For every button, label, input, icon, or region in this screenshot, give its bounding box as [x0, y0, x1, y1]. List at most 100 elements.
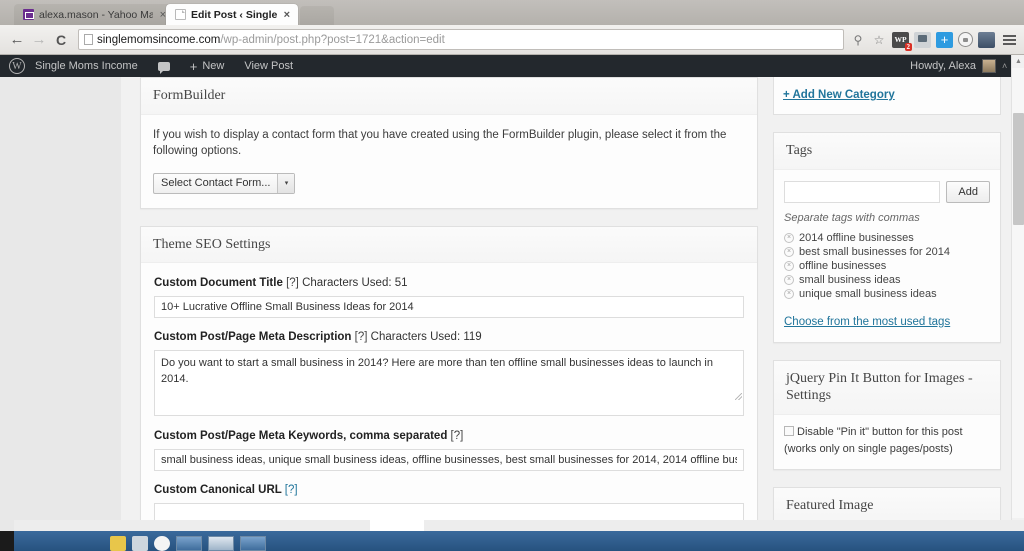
- help-icon[interactable]: [?]: [285, 484, 298, 496]
- disable-pinit-label: Disable "Pin it" button for this post (w…: [784, 425, 963, 455]
- forward-button[interactable]: →: [28, 29, 50, 51]
- field-label-text: Custom Post/Page Meta Description: [154, 331, 352, 344]
- remove-tag-icon[interactable]: ×: [784, 232, 794, 243]
- theme-seo-settings-metabox: Theme SEO Settings Custom Document Title…: [140, 225, 758, 531]
- profile-avatar-icon[interactable]: [978, 31, 995, 48]
- adminbar-view-post[interactable]: View Post: [234, 55, 303, 77]
- taskbar-start-edge: [0, 531, 14, 551]
- add-new-category-link[interactable]: + Add New Category: [783, 89, 895, 101]
- contact-form-select[interactable]: Select Contact Form... ▾: [153, 172, 296, 194]
- yahoo-mail-icon: [23, 9, 34, 20]
- browser-tab-yahoo-mail[interactable]: alexa.mason - Yahoo Mail ×: [14, 4, 174, 25]
- most-used-tags-row: Choose from the most used tags: [784, 312, 990, 330]
- custom-document-title-label: Custom Document Title [?] Characters Use…: [154, 277, 744, 289]
- adminbar-new[interactable]: + New: [180, 55, 235, 77]
- remove-tag-icon[interactable]: ×: [784, 288, 794, 299]
- new-label: New: [202, 60, 225, 72]
- canonical-url-label: Custom Canonical URL [?]: [154, 484, 744, 496]
- seo-header[interactable]: Theme SEO Settings: [141, 226, 757, 264]
- tag-label: unique small business ideas: [799, 287, 937, 300]
- remove-tag-icon[interactable]: ×: [784, 246, 794, 257]
- new-tab-button[interactable]: [300, 6, 334, 25]
- taskbar-window-button[interactable]: [240, 536, 266, 551]
- chrome-browser-window: alexa.mason - Yahoo Mail × Edit Post ‹ S…: [0, 0, 1024, 531]
- formbuilder-header[interactable]: FormBuilder: [141, 78, 757, 115]
- collapse-caret-icon[interactable]: ˄: [996, 61, 1007, 71]
- scroll-up-icon[interactable]: ▲: [1012, 55, 1024, 68]
- field-label-text: Custom Canonical URL: [154, 484, 282, 497]
- sidebar-column: Frugality ˅ + Add New Category Tags: [773, 61, 1001, 531]
- wp-admin-bar: W Single Moms Income + New View Post Howd…: [0, 55, 1011, 77]
- tag-add-button[interactable]: Add: [946, 180, 990, 203]
- extension-badge: 2: [904, 42, 912, 51]
- field-label-text: Custom Document Title: [154, 277, 283, 290]
- browser-tab-edit-post[interactable]: Edit Post ‹ Single Moms In ×: [166, 4, 298, 25]
- adminbar-comments[interactable]: [148, 55, 180, 77]
- page-info-icon[interactable]: [84, 34, 93, 45]
- search-icon[interactable]: ⚲: [850, 32, 866, 48]
- tag-list-item: × unique small business ideas: [784, 287, 990, 301]
- screenshot-extension-icon[interactable]: [914, 31, 931, 48]
- address-bar[interactable]: singlemomsincome.com/wp-admin/post.php?p…: [78, 29, 844, 50]
- omnibox-icon-group: ⚲ ☆ WP 2 +: [850, 31, 1018, 51]
- tag-input[interactable]: [784, 180, 941, 203]
- custom-document-title-input[interactable]: [154, 296, 744, 319]
- window-bottom-highlight: [370, 520, 424, 531]
- help-icon[interactable]: [?]: [286, 277, 299, 289]
- wordpress-logo-icon[interactable]: W: [9, 58, 25, 74]
- add-extension-icon[interactable]: +: [936, 31, 953, 48]
- disable-pinit-checkbox[interactable]: [784, 425, 794, 436]
- window-bottom-edge: [14, 520, 1024, 531]
- page-scrollbar[interactable]: ▲ ▼: [1011, 55, 1024, 531]
- featured-image-header[interactable]: Featured Image: [774, 487, 1000, 525]
- taskbar-chrome-icon[interactable]: [154, 536, 170, 551]
- page-scrollbar-thumb[interactable]: [1013, 113, 1024, 225]
- help-icon[interactable]: [?]: [355, 331, 368, 343]
- chrome-menu-icon[interactable]: [1000, 34, 1016, 45]
- bookmark-star-icon[interactable]: ☆: [871, 32, 887, 48]
- char-counter: Characters Used: 51: [302, 277, 408, 290]
- howdy-label: Howdy, Alexa: [910, 60, 976, 72]
- help-icon[interactable]: [?]: [451, 430, 464, 442]
- resize-grip-icon[interactable]: [735, 393, 742, 401]
- tags-header[interactable]: Tags: [774, 133, 1000, 170]
- remove-tag-icon[interactable]: ×: [784, 260, 794, 271]
- remove-tag-icon[interactable]: ×: [784, 274, 794, 285]
- formbuilder-title: FormBuilder: [153, 88, 226, 103]
- wordpress-extension-icon[interactable]: WP 2: [892, 31, 912, 51]
- taskbar-folder-icon[interactable]: [110, 536, 126, 551]
- taskbar-window-button[interactable]: [176, 536, 202, 551]
- adminbar-account-area[interactable]: Howdy, Alexa ˄: [910, 59, 1011, 73]
- document-icon: [175, 9, 186, 20]
- tag-list-item: × 2014 offline businesses: [784, 231, 990, 245]
- tag-label: small business ideas: [799, 273, 901, 286]
- featured-image-title: Featured Image: [786, 497, 874, 513]
- screenshot-root: alexa.mason - Yahoo Mail × Edit Post ‹ S…: [0, 0, 1024, 551]
- choose-most-used-tags-link[interactable]: Choose from the most used tags: [784, 316, 950, 328]
- browser-tab-title: alexa.mason - Yahoo Mail: [39, 8, 153, 21]
- taskbar-window-button[interactable]: [208, 536, 234, 551]
- address-bar-url: singlemomsincome.com/wp-admin/post.php?p…: [97, 34, 445, 46]
- pinit-header[interactable]: jQuery Pin It Button for Images - Settin…: [774, 360, 1000, 415]
- formbuilder-description: If you wish to display a contact form th…: [153, 128, 727, 158]
- meta-description-textarea[interactable]: [154, 350, 744, 417]
- back-button[interactable]: ←: [6, 29, 28, 51]
- meta-keywords-input[interactable]: [154, 449, 744, 472]
- char-counter: Characters Used: 119: [370, 331, 482, 344]
- meta-description-label: Custom Post/Page Meta Description [?] Ch…: [154, 331, 744, 343]
- windows-taskbar: [0, 531, 1024, 551]
- taskbar-app-icon[interactable]: [132, 536, 148, 551]
- adminbar-site-name[interactable]: Single Moms Income: [25, 55, 148, 77]
- tab-close-icon[interactable]: ×: [284, 9, 290, 21]
- comment-bubble-icon: [157, 61, 170, 74]
- contact-form-select-value: Select Contact Form...: [161, 177, 271, 190]
- reload-button[interactable]: C: [50, 29, 72, 51]
- url-path: /wp-admin/post.php?post=1721&action=edit: [220, 33, 445, 46]
- tag-list-item: × small business ideas: [784, 273, 990, 287]
- main-column: FormBuilder If you wish to display a con…: [140, 77, 758, 531]
- ghostery-extension-icon[interactable]: [958, 32, 973, 47]
- tag-label: offline businesses: [799, 259, 887, 272]
- browser-tab-title: Edit Post ‹ Single Moms In: [191, 8, 277, 21]
- user-avatar: [982, 59, 996, 73]
- wp-admin-menu-collapsed: [0, 77, 121, 531]
